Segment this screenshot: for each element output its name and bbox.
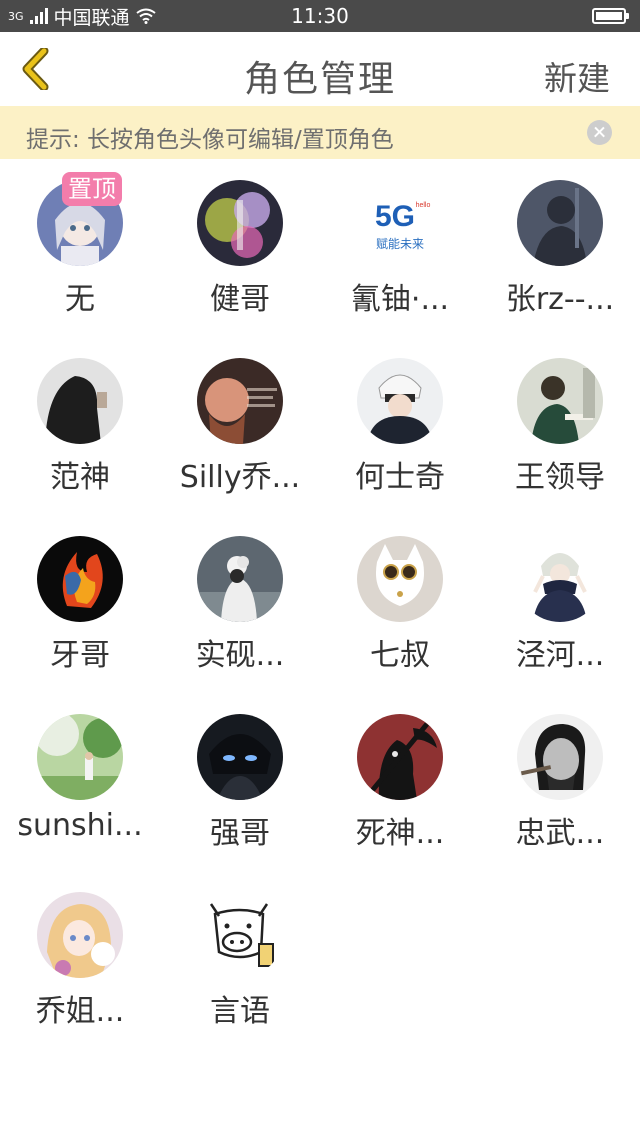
role-name: 强哥	[210, 816, 270, 851]
role-name: 忠武...	[515, 816, 605, 851]
avatar[interactable]	[37, 358, 123, 444]
avatar[interactable]	[197, 714, 283, 800]
role-item[interactable]: 死神...	[320, 704, 480, 882]
role-item[interactable]: Silly乔...	[160, 348, 320, 526]
pinned-badge: 置顶	[62, 172, 122, 206]
role-item[interactable]: 牙哥	[0, 526, 160, 704]
role-item[interactable]: 何士奇	[320, 348, 480, 526]
role-name: 张rz--...	[505, 282, 615, 317]
role-name: 王领导	[515, 460, 605, 495]
role-name: 牙哥	[50, 638, 110, 673]
role-name: 范神	[50, 460, 110, 495]
role-item[interactable]: 泾河...	[480, 526, 640, 704]
role-item[interactable]: 置顶 无	[0, 170, 160, 348]
role-item[interactable]: 言语	[160, 882, 320, 1060]
hello-text: hello	[416, 202, 431, 209]
role-item[interactable]: 强哥	[160, 704, 320, 882]
role-name: 死神...	[355, 816, 445, 851]
tip-text: 提示: 长按角色头像可编辑/置顶角色	[26, 127, 394, 153]
role-name: 泾河...	[515, 638, 605, 673]
role-item[interactable]: sunshi...	[0, 704, 160, 882]
avatar[interactable]	[37, 714, 123, 800]
avatar[interactable]	[517, 714, 603, 800]
avatar[interactable]	[37, 536, 123, 622]
role-name: 乔姐...	[35, 994, 125, 1029]
avatar[interactable]	[357, 358, 443, 444]
avatar[interactable]	[197, 180, 283, 266]
avatar[interactable]	[357, 536, 443, 622]
role-name: sunshi...	[17, 808, 143, 843]
nav-bar: 角色管理 新建	[0, 32, 640, 106]
role-item[interactable]: 范神	[0, 348, 160, 526]
role-name: 言语	[210, 994, 270, 1029]
avatar[interactable]	[37, 892, 123, 978]
avatar[interactable]	[197, 358, 283, 444]
role-name: 无	[65, 282, 95, 317]
tagline-text: 赋能未来	[376, 237, 424, 251]
status-bar: 3G 中国联通 11:30	[0, 0, 640, 32]
role-item[interactable]: 健哥	[160, 170, 320, 348]
five-g-text: 5G	[375, 200, 415, 233]
avatar[interactable]	[517, 358, 603, 444]
role-name: 何士奇	[355, 460, 445, 495]
close-icon[interactable]	[587, 120, 612, 145]
new-button[interactable]: 新建	[544, 52, 610, 100]
avatar[interactable]	[517, 536, 603, 622]
role-grid: 置顶 无 健哥 5G hello 赋能未来 氰铀·... 张rz--... 范神…	[0, 170, 640, 1060]
role-item[interactable]: 5G hello 赋能未来 氰铀·...	[320, 170, 480, 348]
role-item[interactable]: 王领导	[480, 348, 640, 526]
role-name: 健哥	[210, 282, 270, 317]
tip-banner: 提示: 长按角色头像可编辑/置顶角色	[0, 106, 640, 159]
avatar[interactable]	[357, 714, 443, 800]
role-name: Silly乔...	[179, 460, 301, 495]
role-name: 七叔	[370, 638, 430, 673]
role-item[interactable]: 忠武...	[480, 704, 640, 882]
status-time: 11:30	[291, 4, 349, 28]
role-item[interactable]: 张rz--...	[480, 170, 640, 348]
role-item[interactable]: 实砚...	[160, 526, 320, 704]
battery-icon	[592, 8, 629, 24]
role-name: 实砚...	[195, 638, 285, 673]
role-name: 氰铀·...	[350, 282, 450, 317]
avatar[interactable]	[197, 892, 283, 978]
avatar[interactable]	[517, 180, 603, 266]
avatar[interactable]	[197, 536, 283, 622]
role-item[interactable]: 七叔	[320, 526, 480, 704]
avatar[interactable]: 5G hello 赋能未来	[357, 180, 443, 266]
role-item[interactable]: 乔姐...	[0, 882, 160, 1060]
